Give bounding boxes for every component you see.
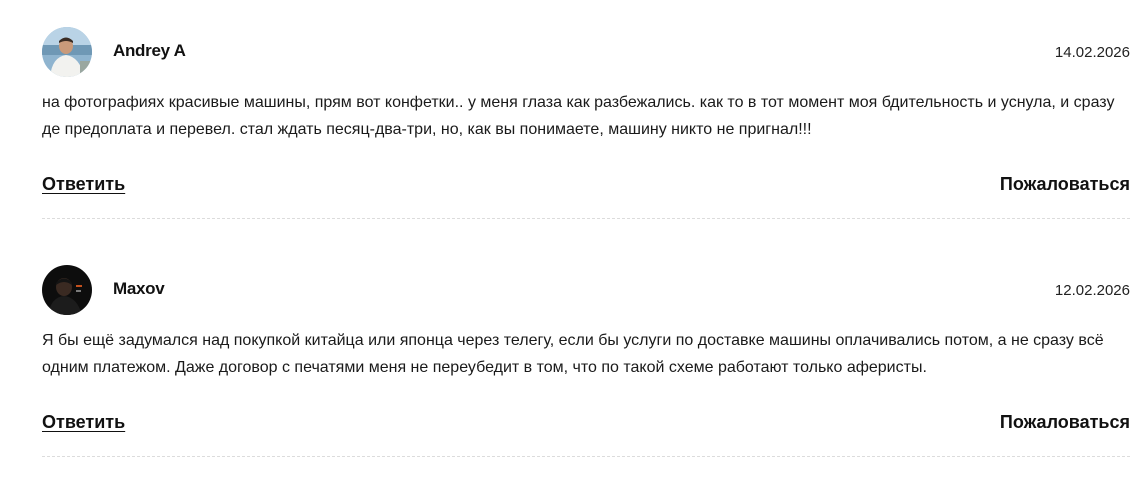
avatar[interactable] xyxy=(42,27,92,77)
report-link[interactable]: Пожаловаться xyxy=(1000,412,1130,433)
comment-actions: Ответить Пожаловаться xyxy=(42,412,1130,438)
divider xyxy=(42,218,1130,219)
avatar[interactable] xyxy=(42,265,92,315)
comment-date: 12.02.2026 xyxy=(1054,282,1130,299)
comment-text: Я бы ещё задумался над покупкой китайца … xyxy=(42,332,1104,376)
divider xyxy=(42,456,1130,457)
comment-header: Andrey A 14.02.2026 xyxy=(42,27,1130,77)
user-photo-dark-icon xyxy=(42,265,92,315)
comment-item: Maxov 12.02.2026 Я бы ещё задумался над … xyxy=(42,238,1130,476)
comment-author: Maxov xyxy=(113,279,165,298)
reply-link[interactable]: Ответить xyxy=(42,412,125,433)
comment-text: на фотографиях красивые машины, прям вот… xyxy=(42,94,1115,138)
user-photo-light-icon xyxy=(42,27,92,77)
comment-author: Andrey A xyxy=(113,41,186,60)
comments-list: Andrey A 14.02.2026 на фотографиях краси… xyxy=(42,0,1130,476)
comment-actions: Ответить Пожаловаться xyxy=(42,174,1130,200)
reply-link[interactable]: Ответить xyxy=(42,174,125,195)
comment-item: Andrey A 14.02.2026 на фотографиях краси… xyxy=(42,0,1130,238)
comment-header: Maxov 12.02.2026 xyxy=(42,265,1130,315)
report-link[interactable]: Пожаловаться xyxy=(1000,174,1130,195)
comment-date: 14.02.2026 xyxy=(1054,44,1130,61)
